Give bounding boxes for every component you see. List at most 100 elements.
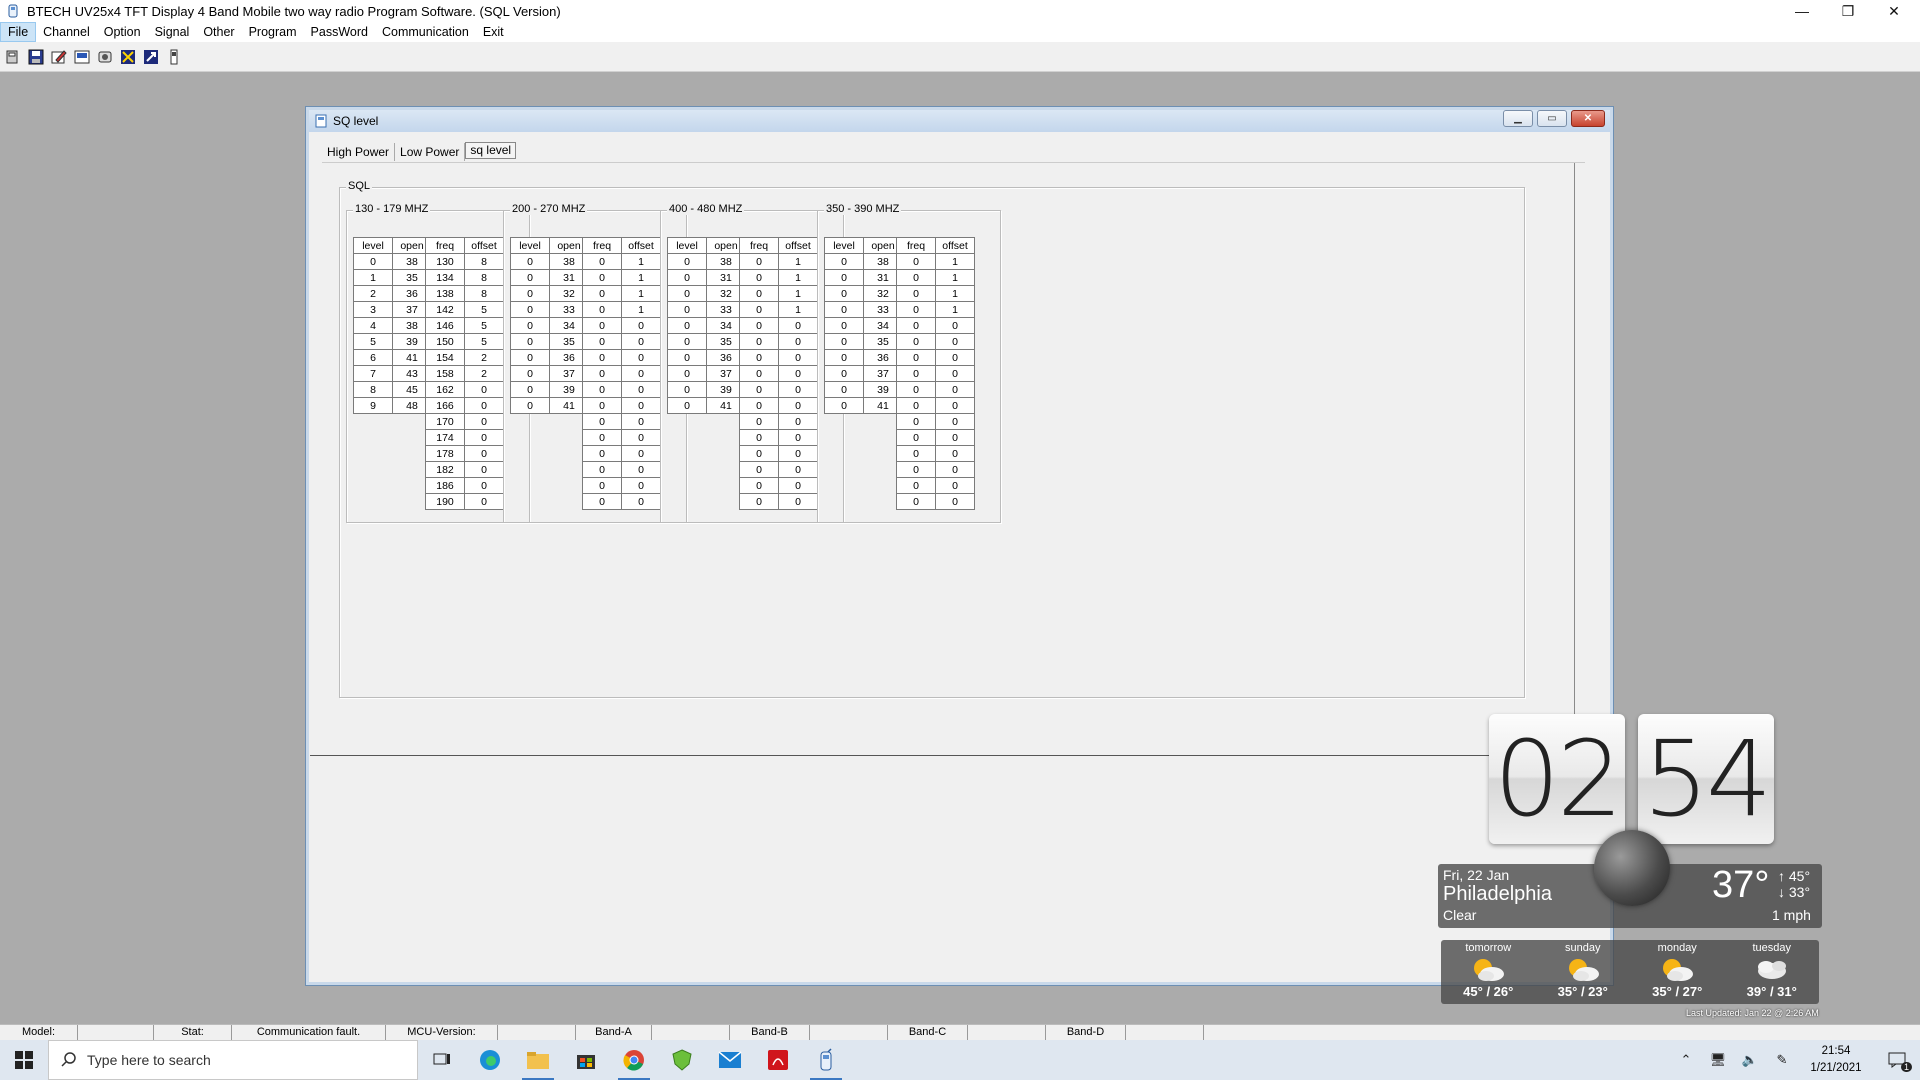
table-cell[interactable]: 0	[935, 349, 975, 366]
table-cell[interactable]: 1	[621, 301, 661, 318]
table-cell[interactable]: 0	[582, 397, 622, 414]
table-cell[interactable]: 8	[464, 253, 504, 270]
table-cell[interactable]: 5	[464, 333, 504, 350]
table-cell[interactable]: 0	[582, 317, 622, 334]
table-cell[interactable]: 0	[739, 413, 779, 430]
table-cell[interactable]: 0	[510, 381, 550, 398]
table-cell[interactable]: 0	[896, 445, 936, 462]
menu-signal[interactable]: Signal	[148, 22, 197, 42]
table-cell[interactable]: 7	[353, 365, 393, 382]
table-cell[interactable]: 1	[935, 269, 975, 286]
table-cell[interactable]: 0	[582, 333, 622, 350]
vpn-shield-icon[interactable]	[658, 1040, 706, 1080]
save-icon[interactable]	[25, 46, 47, 68]
table-cell[interactable]: 0	[667, 269, 707, 286]
table-cell[interactable]: 0	[824, 397, 864, 414]
table-cell[interactable]: 0	[739, 493, 779, 510]
table-cell[interactable]: 0	[824, 317, 864, 334]
menu-program[interactable]: Program	[242, 22, 304, 42]
table-cell[interactable]: 0	[464, 429, 504, 446]
table-cell[interactable]: 1	[935, 285, 975, 302]
table-cell[interactable]: 170	[425, 413, 465, 430]
table-cell[interactable]: 0	[739, 477, 779, 494]
table-cell[interactable]: 8	[353, 381, 393, 398]
table-cell[interactable]: 0	[739, 429, 779, 446]
table-cell[interactable]: 0	[824, 269, 864, 286]
table-cell[interactable]: 0	[896, 397, 936, 414]
table-cell[interactable]: 0	[510, 349, 550, 366]
table-cell[interactable]: 1	[778, 285, 818, 302]
table-cell[interactable]: 0	[510, 365, 550, 382]
table-cell[interactable]: 0	[621, 381, 661, 398]
table-cell[interactable]: 5	[353, 333, 393, 350]
menu-password[interactable]: PassWord	[304, 22, 375, 42]
table-cell[interactable]: 0	[510, 397, 550, 414]
table-cell[interactable]: 0	[464, 413, 504, 430]
table-cell[interactable]: 1	[621, 269, 661, 286]
table-cell[interactable]: 0	[778, 493, 818, 510]
table-cell[interactable]: 1	[935, 253, 975, 270]
table-cell[interactable]: 1	[935, 301, 975, 318]
table-cell[interactable]: 0	[896, 413, 936, 430]
table-cell[interactable]: 0	[582, 413, 622, 430]
table-cell[interactable]: 1	[621, 253, 661, 270]
table-cell[interactable]: 0	[778, 349, 818, 366]
table-cell[interactable]: 0	[582, 269, 622, 286]
table-cell[interactable]: 0	[667, 285, 707, 302]
table-cell[interactable]: 0	[582, 429, 622, 446]
table-cell[interactable]: 0	[824, 253, 864, 270]
table-cell[interactable]: 8	[464, 285, 504, 302]
table-cell[interactable]: 0	[935, 365, 975, 382]
table-cell[interactable]: 0	[896, 285, 936, 302]
table-cell[interactable]: 0	[935, 397, 975, 414]
chrome-icon[interactable]	[610, 1040, 658, 1080]
table-cell[interactable]: 0	[896, 493, 936, 510]
table-cell[interactable]: 174	[425, 429, 465, 446]
table-cell[interactable]: 166	[425, 397, 465, 414]
table-cell[interactable]: 0	[935, 477, 975, 494]
table-cell[interactable]: 0	[582, 301, 622, 318]
table-cell[interactable]: 0	[896, 349, 936, 366]
table-cell[interactable]: 0	[896, 477, 936, 494]
acrobat-icon[interactable]	[754, 1040, 802, 1080]
table-cell[interactable]: 0	[896, 301, 936, 318]
edit-icon[interactable]	[48, 46, 70, 68]
table-cell[interactable]: 0	[896, 269, 936, 286]
table-cell[interactable]: 0	[935, 429, 975, 446]
table-cell[interactable]: 0	[824, 349, 864, 366]
table-cell[interactable]: 0	[778, 445, 818, 462]
table-cell[interactable]: 0	[896, 381, 936, 398]
table-cell[interactable]: 154	[425, 349, 465, 366]
table-cell[interactable]: 0	[935, 317, 975, 334]
child-restore-button[interactable]: ▭	[1537, 110, 1567, 127]
table-cell[interactable]: 0	[621, 413, 661, 430]
table-cell[interactable]: 0	[824, 365, 864, 382]
table-cell[interactable]: 5	[464, 317, 504, 334]
table-cell[interactable]: 0	[778, 317, 818, 334]
table-cell[interactable]: 0	[582, 285, 622, 302]
table-cell[interactable]: 0	[621, 493, 661, 510]
table-cell[interactable]: 0	[778, 397, 818, 414]
table-cell[interactable]: 0	[667, 333, 707, 350]
table-cell[interactable]: 0	[582, 365, 622, 382]
table-cell[interactable]: 0	[739, 397, 779, 414]
table-cell[interactable]: 0	[621, 397, 661, 414]
table-cell[interactable]: 162	[425, 381, 465, 398]
table-cell[interactable]: 0	[896, 429, 936, 446]
tab-high-power[interactable]: High Power	[322, 143, 396, 161]
table-cell[interactable]: 0	[824, 301, 864, 318]
menu-exit[interactable]: Exit	[476, 22, 511, 42]
table-cell[interactable]: 0	[510, 253, 550, 270]
table-cell[interactable]: 0	[935, 493, 975, 510]
volume-icon[interactable]: 🔈	[1734, 1040, 1766, 1080]
table-cell[interactable]: 0	[464, 461, 504, 478]
table-cell[interactable]: 0	[667, 381, 707, 398]
menu-file[interactable]: File	[0, 22, 37, 42]
table-cell[interactable]: 150	[425, 333, 465, 350]
table-cell[interactable]: 0	[621, 333, 661, 350]
table-cell[interactable]: 0	[935, 413, 975, 430]
taskbar-search[interactable]: Type here to search	[48, 1040, 418, 1080]
child-close-button[interactable]: ✕	[1571, 110, 1605, 127]
table-cell[interactable]: 0	[778, 461, 818, 478]
table-cell[interactable]: 0	[739, 285, 779, 302]
